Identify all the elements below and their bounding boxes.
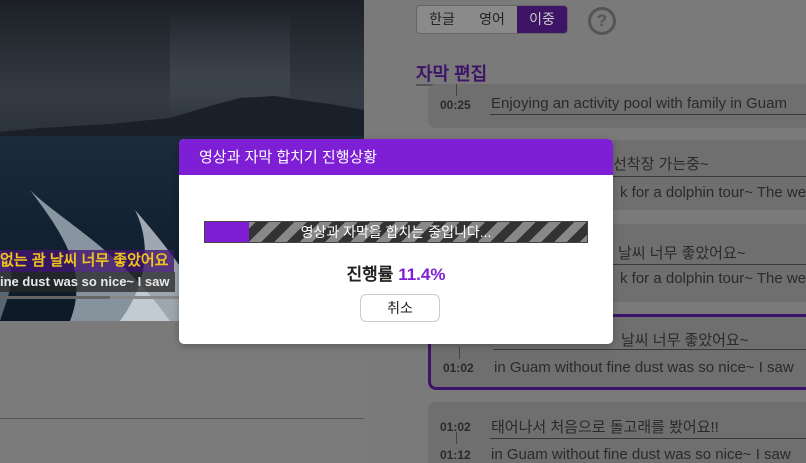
entry-text-ko[interactable]: 태어나서 처음으로 돌고래를 봤어요!! (491, 416, 719, 437)
entry-text-ko[interactable]: 날씨 너무 좋았어요~ (621, 329, 749, 350)
entry-underline (490, 438, 806, 439)
progress-readout: 진행률 11.4% (179, 260, 613, 285)
cancel-button[interactable]: 취소 (360, 294, 440, 322)
subtitle-entry[interactable]: 00:25 Enjoying an activity pool with fam… (428, 84, 806, 128)
timeline-tick (456, 84, 457, 96)
entry-text-ko[interactable]: 선착장 가는중~ (613, 153, 709, 174)
entry-start-time: 00:25 (440, 98, 471, 112)
entry-text-en[interactable]: in Guam without fine dust was so nice~ I… (494, 359, 794, 376)
entry-start-time: 01:02 (443, 361, 474, 375)
progress-percent: 11.4% (398, 265, 446, 284)
entry-text-en[interactable]: Enjoying an activity pool with family in… (491, 95, 787, 112)
language-tabs: 한글 영어 이중 (416, 5, 568, 34)
entry-text-en[interactable]: k for a dolphin tour~ The we (620, 184, 806, 201)
left-panel (0, 360, 364, 463)
entry-text-en[interactable]: in Guam without fine dust was so nice~ I… (491, 446, 791, 463)
subtitle-english: ine dust was so nice~ I saw (0, 272, 176, 292)
entry-text-ko[interactable]: 날씨 너무 좋았어요~ (618, 242, 746, 263)
entry-text-en[interactable]: k for a dolphin tour~ The we (620, 270, 806, 287)
tab-dual[interactable]: 이중 (517, 6, 567, 33)
section-title: 자막 편집 (416, 64, 488, 84)
subtitle-entry[interactable]: 01:02 태어나서 처음으로 돌고래를 봤어요!! 01:12 in Guam… (428, 402, 806, 463)
dialog-title: 영상과 자막 합치기 진행상황 (179, 139, 613, 175)
entry-end-time: 01:12 (440, 448, 471, 462)
tab-korean[interactable]: 한글 (417, 6, 467, 33)
timeline-tick (456, 432, 457, 444)
merge-progress-bar: 영상과 자막을 합치는 중입니다... (204, 221, 588, 243)
entry-underline (493, 349, 806, 350)
progress-bar-label: 영상과 자막을 합치는 중입니다... (300, 224, 492, 240)
merge-progress-dialog: 영상과 자막 합치기 진행상황 영상과 자막을 합치는 중입니다... 진행률 … (179, 139, 613, 344)
tab-english[interactable]: 영어 (467, 6, 517, 33)
help-icon[interactable]: ? (588, 7, 616, 35)
seekbar-fill (0, 296, 110, 299)
timeline-tick (459, 347, 460, 359)
progress-label: 진행률 (346, 265, 394, 284)
subtitle-korean: 없는 괌 날씨 너무 좋았어요 (0, 250, 175, 272)
divider (0, 418, 364, 419)
entry-underline (490, 114, 806, 115)
